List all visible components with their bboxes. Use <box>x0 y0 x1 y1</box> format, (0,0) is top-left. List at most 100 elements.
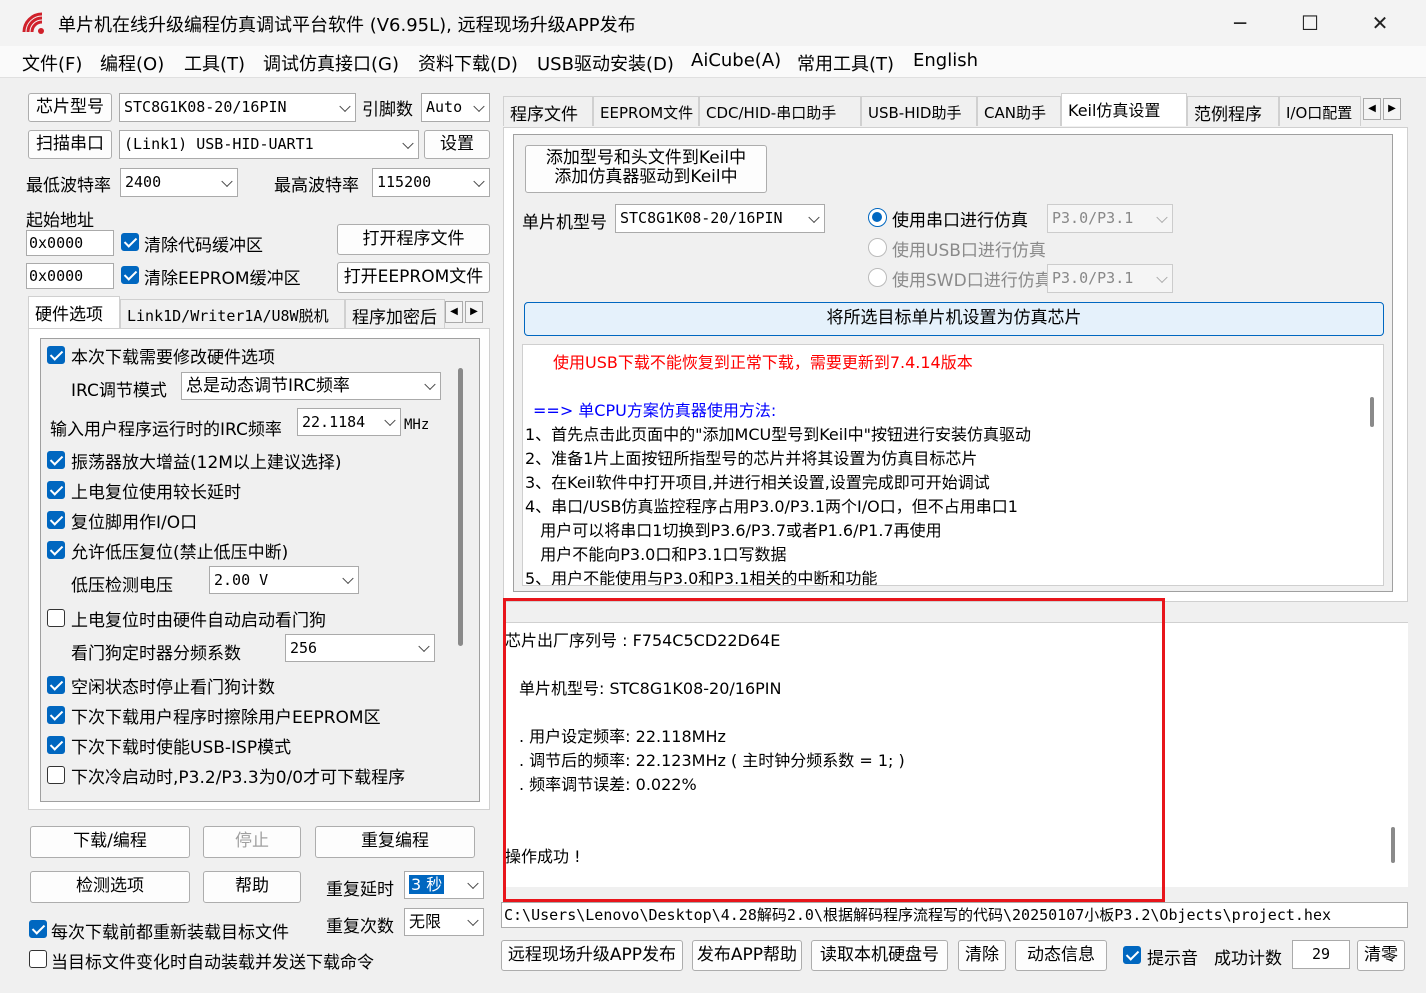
idle-stop-wdt-checkbox[interactable] <box>47 676 65 694</box>
irc-frequency-select[interactable]: 22.1184 <box>297 408 401 436</box>
open-program-button[interactable]: 打开程序文件 <box>337 224 490 255</box>
chip-type-value: STC8G1K08-20/16PIN <box>124 98 287 116</box>
use-uart-label: 使用串口进行仿真 <box>892 211 1028 231</box>
info-heading: ==> 单CPU方案仿真器使用方法: <box>533 401 777 420</box>
tab-scroll-left-icon[interactable]: ◀ <box>1363 98 1381 120</box>
open-eeprom-button[interactable]: 打开EEPROM文件 <box>337 262 490 293</box>
log-output[interactable]: 芯片出厂序列号 : F754C5CD22D64E 单片机型号: STC8G1K0… <box>503 622 1408 887</box>
maximize-button[interactable]: ☐ <box>1280 6 1340 42</box>
download-button[interactable]: 下载/编程 <box>30 826 190 858</box>
title-bar[interactable]: 单片机在线升级编程仿真调试平台软件 (V6.95L), 远程现场升级APP发布 … <box>0 0 1426 46</box>
irc-frequency-unit: MHz <box>404 417 430 433</box>
chevron-down-icon <box>1156 271 1168 283</box>
chip-type-select[interactable]: STC8G1K08-20/16PIN <box>119 93 356 122</box>
menu-tools[interactable]: 工具(T) <box>184 50 245 76</box>
tab-io-config[interactable]: I/O口配置 <box>1279 96 1361 126</box>
clear-eeprom-checkbox[interactable] <box>121 266 139 284</box>
lvd-voltage-select[interactable]: 2.00 V <box>209 566 359 594</box>
modify-hw-checkbox[interactable] <box>47 346 65 364</box>
check-options-button[interactable]: 检测选项 <box>30 871 190 903</box>
menu-file[interactable]: 文件(F) <box>22 50 82 76</box>
wdt-divider-label: 看门狗定时器分频系数 <box>71 644 241 664</box>
close-button[interactable]: ✕ <box>1350 6 1410 42</box>
tab-scroll-right-icon[interactable]: ▶ <box>1383 98 1401 120</box>
info-scrollbar[interactable] <box>1370 397 1374 427</box>
hex-file-path[interactable]: C:\Users\Lenovo\Desktop\4.28解码2.0\根据解码程序… <box>501 902 1408 928</box>
tab-examples[interactable]: 范例程序 <box>1187 96 1279 126</box>
hardware-options-scrollbar[interactable] <box>458 368 463 646</box>
tab-eeprom-file[interactable]: EEPROM文件 <box>593 96 699 126</box>
tab-keil-sim[interactable]: Keil仿真设置 <box>1061 93 1187 126</box>
tab-can-helper[interactable]: CAN助手 <box>977 96 1061 126</box>
eeprom-address-input[interactable]: 0x0000 <box>26 263 114 289</box>
min-baud-select[interactable]: 2400 <box>120 168 238 197</box>
erase-eeprom-checkbox[interactable] <box>47 706 65 724</box>
reset-count-button[interactable]: 清零 <box>1357 940 1405 971</box>
use-uart-radio[interactable] <box>868 208 887 227</box>
publish-app-button[interactable]: 远程现场升级APP发布 <box>501 940 683 971</box>
cold-start-checkbox[interactable] <box>47 766 65 784</box>
tab-cdc-hid-serial[interactable]: CDC/HID-串口助手 <box>699 96 861 126</box>
add-keil-line1: 添加型号和头文件到Keil中 <box>545 148 747 168</box>
max-baud-select[interactable]: 115200 <box>372 168 490 197</box>
dynamic-info-button[interactable]: 动态信息 <box>1015 940 1107 971</box>
repeat-count-label: 重复次数 <box>326 917 394 937</box>
keil-info-textbox[interactable]: 使用USB下载不能恢复到正常下载，需要更新到7.4.14版本 ==> 单CPU方… <box>522 344 1384 586</box>
chevron-down-icon <box>1156 211 1168 223</box>
repeat-count-select[interactable]: 无限 <box>404 908 484 936</box>
tab-program-file[interactable]: 程序文件 <box>503 96 593 126</box>
lvd-voltage-value: 2.00 V <box>214 571 269 589</box>
auto-reload-checkbox[interactable] <box>29 950 47 968</box>
log-scrollbar[interactable] <box>1391 827 1395 863</box>
menu-program[interactable]: 编程(O) <box>100 50 164 76</box>
log-serial: 芯片出厂序列号 : F754C5CD22D64E <box>505 631 781 650</box>
clear-code-checkbox[interactable] <box>121 233 139 251</box>
chevron-down-icon <box>339 100 351 112</box>
set-target-button[interactable]: 将所选目标单片机设置为仿真芯片 <box>524 302 1384 336</box>
tab-encryption[interactable]: 程序加密后 <box>345 299 445 329</box>
reload-before-checkbox[interactable] <box>29 920 47 938</box>
port-select[interactable]: (Link1) USB-HID-UART1 <box>119 130 419 159</box>
tab-hardware-options[interactable]: 硬件选项 <box>28 296 120 329</box>
use-swd-radio[interactable] <box>868 268 887 287</box>
menu-english[interactable]: English <box>913 50 978 71</box>
uart-pins-select[interactable]: P3.0/P3.1 <box>1047 204 1173 233</box>
reprogram-button[interactable]: 重复编程 <box>315 826 475 858</box>
add-keil-button[interactable]: 添加型号和头文件到Keil中 添加仿真器驱动到Keil中 <box>525 145 767 193</box>
chip-type-button[interactable]: 芯片型号 <box>28 93 112 122</box>
publish-help-button[interactable]: 发布APP帮助 <box>692 940 802 971</box>
info-line: 2、准备1片上面按钮所指型号的芯片并将其设置为仿真目标芯片 <box>525 449 978 468</box>
mcu-type-select[interactable]: STC8G1K08-20/16PIN <box>615 204 825 233</box>
usb-isp-checkbox[interactable] <box>47 736 65 754</box>
port-settings-button[interactable]: 设置 <box>424 130 490 159</box>
tab-usb-hid-helper[interactable]: USB-HID助手 <box>861 96 977 126</box>
menu-downloads[interactable]: 资料下载(D) <box>418 50 518 76</box>
swd-pins-select[interactable]: P3.0/P3.1 <box>1047 264 1173 293</box>
wdt-divider-select[interactable]: 256 <box>285 634 435 662</box>
help-button[interactable]: 帮助 <box>203 871 301 903</box>
repeat-delay-select[interactable]: 3 秒 <box>404 871 484 899</box>
minimize-button[interactable]: ─ <box>1210 6 1270 42</box>
menu-common-tools[interactable]: 常用工具(T) <box>797 50 894 76</box>
wdt-auto-checkbox[interactable] <box>47 609 65 627</box>
menu-usb-driver[interactable]: USB驱动安装(D) <box>537 50 674 76</box>
scan-port-button[interactable]: 扫描串口 <box>28 130 112 159</box>
pin-count-select[interactable]: Auto <box>421 93 490 122</box>
repeat-delay-value: 3 秒 <box>409 875 445 894</box>
long-delay-checkbox[interactable] <box>47 481 65 499</box>
lvd-reset-checkbox[interactable] <box>47 541 65 559</box>
irc-mode-select[interactable]: 总是动态调节IRC频率 <box>181 372 441 400</box>
tab-scroll-right-icon[interactable]: ▶ <box>465 301 483 323</box>
menu-debug-interface[interactable]: 调试仿真接口(G) <box>263 50 399 76</box>
use-usb-radio[interactable] <box>868 238 887 257</box>
stop-button[interactable]: 停止 <box>203 826 301 858</box>
read-disk-id-button[interactable]: 读取本机硬盘号 <box>811 940 948 971</box>
menu-aicube[interactable]: AiCube(A) <box>691 50 781 71</box>
code-address-input[interactable]: 0x0000 <box>26 230 114 256</box>
tab-offline[interactable]: Link1D/Writer1A/U8W脱机 <box>120 299 345 329</box>
tab-scroll-left-icon[interactable]: ◀ <box>445 301 463 323</box>
reset-pin-io-checkbox[interactable] <box>47 511 65 529</box>
osc-gain-checkbox[interactable] <box>47 451 65 469</box>
clear-log-button[interactable]: 清除 <box>958 940 1006 971</box>
sound-checkbox[interactable] <box>1123 946 1141 964</box>
